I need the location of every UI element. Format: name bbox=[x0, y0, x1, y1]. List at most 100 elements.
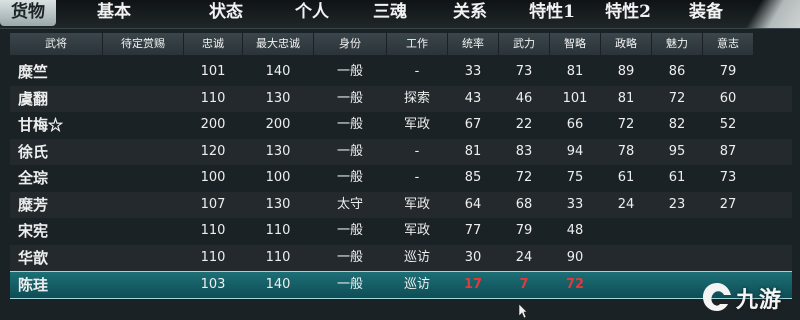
cell-loyalty: 101 bbox=[200, 64, 226, 79]
tab-equipment[interactable]: 装备 bbox=[678, 0, 734, 26]
tab-traits-2[interactable]: 特性2 bbox=[596, 0, 660, 26]
cell-intelligence: 66 bbox=[566, 117, 584, 132]
cell-rank: 太守 bbox=[336, 196, 363, 212]
cell-will: 79 bbox=[719, 64, 737, 79]
header-will[interactable]: 意志 bbox=[703, 33, 754, 55]
cell-will bbox=[703, 218, 753, 244]
cell-leadership: 67 bbox=[464, 117, 482, 132]
table-row[interactable]: 宋宪 110 110 一般 军政 77 79 48 bbox=[10, 218, 792, 244]
cell-loyalty: 107 bbox=[200, 196, 226, 212]
cell-job: 军政 bbox=[403, 196, 430, 212]
header-officer[interactable]: 武将 bbox=[10, 33, 103, 55]
header-pending-reward[interactable]: 待定赏赐 bbox=[103, 33, 184, 55]
tab-bar: 货物 基本 状态 个人 三魂 关系 特性1 特性2 装备 bbox=[0, 0, 800, 29]
cell-max-loyalty: 200 bbox=[265, 117, 291, 132]
tab-personal[interactable]: 个人 bbox=[284, 0, 340, 26]
cell-war: 7 bbox=[519, 277, 529, 292]
cell-will: 27 bbox=[719, 196, 737, 212]
tab-three-souls[interactable]: 三魂 bbox=[362, 0, 418, 26]
cell-pending-reward bbox=[103, 86, 183, 112]
cell-max-loyalty: 110 bbox=[265, 223, 291, 238]
cell-pending-reward bbox=[103, 165, 183, 191]
cell-war: 68 bbox=[515, 196, 533, 212]
cell-pending-reward bbox=[103, 112, 183, 138]
cell-officer: 徐氏 bbox=[18, 142, 49, 161]
cell-rank: 一般 bbox=[336, 223, 363, 238]
cell-max-loyalty: 130 bbox=[265, 90, 291, 106]
cell-loyalty: 200 bbox=[200, 117, 226, 132]
cell-intelligence: 94 bbox=[566, 143, 584, 159]
tab-traits-1[interactable]: 特性1 bbox=[520, 0, 584, 26]
cell-will: 52 bbox=[719, 117, 737, 132]
cell-max-loyalty: 130 bbox=[265, 143, 291, 159]
cell-will bbox=[703, 245, 753, 271]
header-charm[interactable]: 魅力 bbox=[652, 33, 703, 55]
cell-intelligence: 48 bbox=[566, 223, 584, 238]
cell-job: 军政 bbox=[403, 117, 430, 132]
cell-war: 79 bbox=[515, 223, 533, 238]
header-job[interactable]: 工作 bbox=[387, 33, 448, 55]
cell-loyalty: 120 bbox=[200, 143, 226, 159]
table-row[interactable]: 甘梅☆ 200 200 一般 军政 67 22 66 72 82 52 bbox=[10, 112, 792, 138]
cell-officer: 甘梅☆ bbox=[18, 116, 64, 134]
tab-goods[interactable]: 货物 bbox=[0, 0, 56, 26]
cell-politics: 78 bbox=[617, 143, 635, 159]
cell-leadership: 30 bbox=[464, 249, 482, 265]
cell-pending-reward bbox=[103, 245, 183, 271]
header-max-loyalty[interactable]: 最大忠诚 bbox=[243, 33, 314, 55]
cell-charm bbox=[652, 245, 702, 271]
corner-ornament bbox=[738, 0, 800, 28]
cell-leadership: 43 bbox=[464, 90, 482, 106]
cell-leadership: 33 bbox=[464, 64, 482, 79]
header-intelligence[interactable]: 智略 bbox=[550, 33, 601, 55]
cell-war: 46 bbox=[515, 90, 533, 106]
cell-loyalty: 110 bbox=[200, 90, 226, 106]
cell-rank: 一般 bbox=[336, 249, 363, 265]
cell-war: 72 bbox=[515, 170, 533, 185]
cell-politics bbox=[601, 245, 651, 271]
table-row[interactable]: 糜竺 101 140 一般 - 33 73 81 89 86 79 bbox=[10, 59, 792, 85]
cell-job: - bbox=[414, 170, 420, 185]
cell-rank: 一般 bbox=[336, 143, 363, 159]
cell-charm: 72 bbox=[668, 90, 686, 106]
tab-basic[interactable]: 基本 bbox=[86, 0, 142, 26]
table-row[interactable]: 全琮 100 100 一般 - 85 72 75 61 61 73 bbox=[10, 165, 792, 191]
cell-intelligence: 101 bbox=[562, 90, 588, 106]
cell-charm bbox=[652, 272, 702, 298]
cell-loyalty: 100 bbox=[200, 170, 226, 185]
tab-relations[interactable]: 关系 bbox=[442, 0, 498, 26]
cell-officer: 华歆 bbox=[18, 248, 49, 267]
cell-intelligence: 72 bbox=[565, 277, 585, 292]
cell-pending-reward bbox=[103, 272, 183, 298]
cell-officer: 糜芳 bbox=[18, 195, 49, 214]
cell-officer: 虞翻 bbox=[18, 89, 49, 108]
cell-loyalty: 103 bbox=[200, 277, 226, 292]
table-row[interactable]: 虞翻 110 130 一般 探索 43 46 101 81 72 60 bbox=[10, 86, 792, 112]
cell-charm: 86 bbox=[668, 64, 686, 79]
cell-job: 军政 bbox=[403, 223, 430, 238]
header-leadership[interactable]: 统率 bbox=[448, 33, 499, 55]
cell-leadership: 17 bbox=[463, 277, 483, 292]
tab-status[interactable]: 状态 bbox=[198, 0, 254, 26]
cell-pending-reward bbox=[103, 218, 183, 244]
cell-leadership: 77 bbox=[464, 223, 482, 238]
header-loyalty[interactable]: 忠诚 bbox=[184, 33, 243, 55]
cell-politics: 72 bbox=[617, 117, 635, 132]
cell-war: 73 bbox=[515, 64, 533, 79]
table-row[interactable]: 华歆 110 110 一般 巡访 30 24 90 bbox=[10, 245, 792, 271]
cell-war: 83 bbox=[515, 143, 533, 159]
table-row[interactable]: 糜芳 107 130 太守 军政 64 68 33 24 23 27 bbox=[10, 192, 792, 218]
cell-will: 73 bbox=[719, 170, 737, 185]
cell-job: 探索 bbox=[403, 90, 430, 106]
cell-will: 87 bbox=[719, 143, 737, 159]
table-header: 武将 待定赏赐 忠诚 最大忠诚 身份 工作 统率 武力 智略 政略 魅力 意志 bbox=[10, 31, 792, 57]
cell-politics bbox=[601, 272, 651, 298]
header-war[interactable]: 武力 bbox=[499, 33, 550, 55]
table-row[interactable]: 徐氏 120 130 一般 - 81 83 94 78 95 87 bbox=[10, 139, 792, 165]
cell-rank: 一般 bbox=[336, 117, 363, 132]
header-rank[interactable]: 身份 bbox=[314, 33, 387, 55]
header-politics[interactable]: 政略 bbox=[601, 33, 652, 55]
table-row[interactable]: 陈珪 103 140 一般 巡访 17 7 72 bbox=[10, 271, 792, 299]
cell-job: - bbox=[414, 143, 420, 159]
watermark-logo: 九游 bbox=[700, 278, 792, 318]
